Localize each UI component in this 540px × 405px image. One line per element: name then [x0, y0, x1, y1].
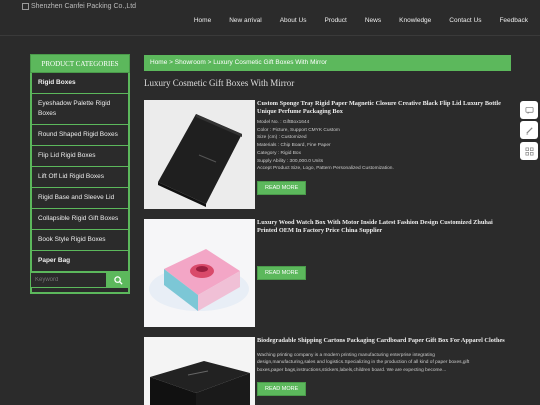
- search-button[interactable]: [107, 272, 130, 288]
- chat-icon: [524, 106, 534, 114]
- sidebar-item-flip-lid[interactable]: Flip Lid Rigid Boxes: [32, 146, 128, 167]
- nav-contact-us[interactable]: Contact Us: [440, 17, 490, 24]
- product-detail-line: Size (cm) : Customized: [257, 135, 307, 141]
- product-detail-line: design,manufacturing,sales and logistics…: [257, 360, 470, 366]
- product-detail-line: Category : Rigid Box: [257, 150, 301, 156]
- nav-news[interactable]: News: [356, 17, 390, 24]
- nav-product[interactable]: Product: [315, 17, 355, 24]
- sidebar-item-base-sleeve[interactable]: Rigid Base and Sleeve Lid: [32, 188, 128, 209]
- sidebar-item-lift-off-lid[interactable]: Lift Off Lid Rigid Boxes: [32, 167, 128, 188]
- product-info: Custom Sponge Tray Rigid Paper Magnetic …: [257, 100, 507, 195]
- sidebar-item-paper-bag[interactable]: Paper Bag: [32, 251, 128, 272]
- nav-new-arrival[interactable]: New arrival: [220, 17, 271, 24]
- product-details: Model No. : GiftBox1644 Color : Picture,…: [257, 119, 507, 173]
- read-more-button[interactable]: READ MORE: [257, 381, 307, 396]
- keyword-search: [30, 272, 130, 288]
- product-detail-line: Materials : Chip Board, Fine Paper: [257, 143, 331, 149]
- breadcrumb: Home > Showroom > Luxury Cosmetic Gift B…: [144, 55, 511, 71]
- product-info: Luxury Wood Watch Box With Motor Inside …: [257, 219, 507, 280]
- category-list: Rigid Boxes Eyeshadow Palette Rigid Boxe…: [30, 73, 130, 294]
- sidebar-item-round-shaped[interactable]: Round Shaped Rigid Boxes: [32, 125, 128, 146]
- product-title[interactable]: Luxury Wood Watch Box With Motor Inside …: [257, 219, 507, 234]
- read-more-button[interactable]: READ MORE: [257, 180, 307, 195]
- breadcrumb-home[interactable]: Home: [150, 59, 167, 66]
- broken-image-icon: [22, 3, 29, 10]
- product-card: Biodegradable Shipping Cartons Packaging…: [144, 337, 511, 405]
- product-image[interactable]: [144, 100, 255, 209]
- nav-home[interactable]: Home: [194, 17, 220, 24]
- logo-alt-text: Shenzhen Canfei Packing Co.,Ltd: [31, 3, 137, 10]
- product-card: Custom Sponge Tray Rigid Paper Magnetic …: [144, 100, 511, 212]
- apps-icon: [525, 147, 533, 155]
- sidebar-item-rigid-boxes[interactable]: Rigid Boxes: [32, 73, 128, 94]
- edit-icon: [525, 126, 533, 134]
- apps-button[interactable]: [520, 142, 538, 160]
- product-details: Waching printing company is a modern pri…: [257, 352, 507, 375]
- search-icon: [114, 275, 123, 285]
- product-detail-line: Model No. : GiftBox1644: [257, 120, 310, 125]
- product-title[interactable]: Biodegradable Shipping Cartons Packaging…: [257, 337, 507, 345]
- search-input[interactable]: [30, 272, 107, 288]
- black-carton-image: [144, 337, 255, 405]
- product-info: Biodegradable Shipping Cartons Packaging…: [257, 337, 507, 396]
- product-detail-line: Color : Picture, Support CMYK Custom: [257, 127, 340, 133]
- nav-knowledge[interactable]: Knowledge: [390, 17, 440, 24]
- breadcrumb-showroom[interactable]: Showroom: [175, 59, 206, 66]
- nav-about-us[interactable]: About Us: [271, 17, 316, 24]
- company-logo[interactable]: Shenzhen Canfei Packing Co.,Ltd: [22, 3, 136, 10]
- read-more-button[interactable]: READ MORE: [257, 266, 307, 280]
- edit-button[interactable]: [520, 121, 538, 139]
- sidebar-title: PRODUCT CATEGORIES: [30, 54, 130, 73]
- page-title: Luxury Cosmetic Gift Boxes With Mirror: [144, 78, 295, 88]
- product-detail-line: boxes,paper bags,instructions,stickers,l…: [257, 367, 447, 373]
- nav-feedback[interactable]: Feedback: [490, 17, 540, 24]
- sidebar-item-collapsible[interactable]: Collapsible Rigid Gift Boxes: [32, 209, 128, 230]
- product-card: Luxury Wood Watch Box With Motor Inside …: [144, 219, 511, 329]
- product-categories-sidebar: PRODUCT CATEGORIES Rigid Boxes Eyeshadow…: [30, 54, 130, 294]
- sidebar-item-book-style[interactable]: Book Style Rigid Boxes: [32, 230, 128, 251]
- main-nav: Home New arrival About Us Product News K…: [194, 17, 540, 24]
- product-image[interactable]: [144, 219, 255, 327]
- product-title[interactable]: Custom Sponge Tray Rigid Paper Magnetic …: [257, 100, 507, 115]
- breadcrumb-current: Luxury Cosmetic Gift Boxes With Mirror: [213, 59, 328, 66]
- product-detail-line: Waching printing company is a modern pri…: [257, 352, 435, 358]
- product-image[interactable]: [144, 337, 255, 405]
- breadcrumb-separator: >: [167, 59, 175, 66]
- product-detail-line: Accept Product Size, Logo, Pattern Perso…: [257, 166, 394, 172]
- black-box-image: [144, 100, 255, 209]
- top-navigation-bar: Shenzhen Canfei Packing Co.,Ltd Home New…: [0, 0, 540, 36]
- sidebar-item-eyeshadow-palette[interactable]: Eyeshadow Palette Rigid Boxes: [32, 94, 128, 125]
- product-detail-line: Supply Ability : 300,000.0 Units: [257, 158, 324, 164]
- pink-gift-box-image: [144, 219, 255, 327]
- chat-button[interactable]: [520, 101, 538, 119]
